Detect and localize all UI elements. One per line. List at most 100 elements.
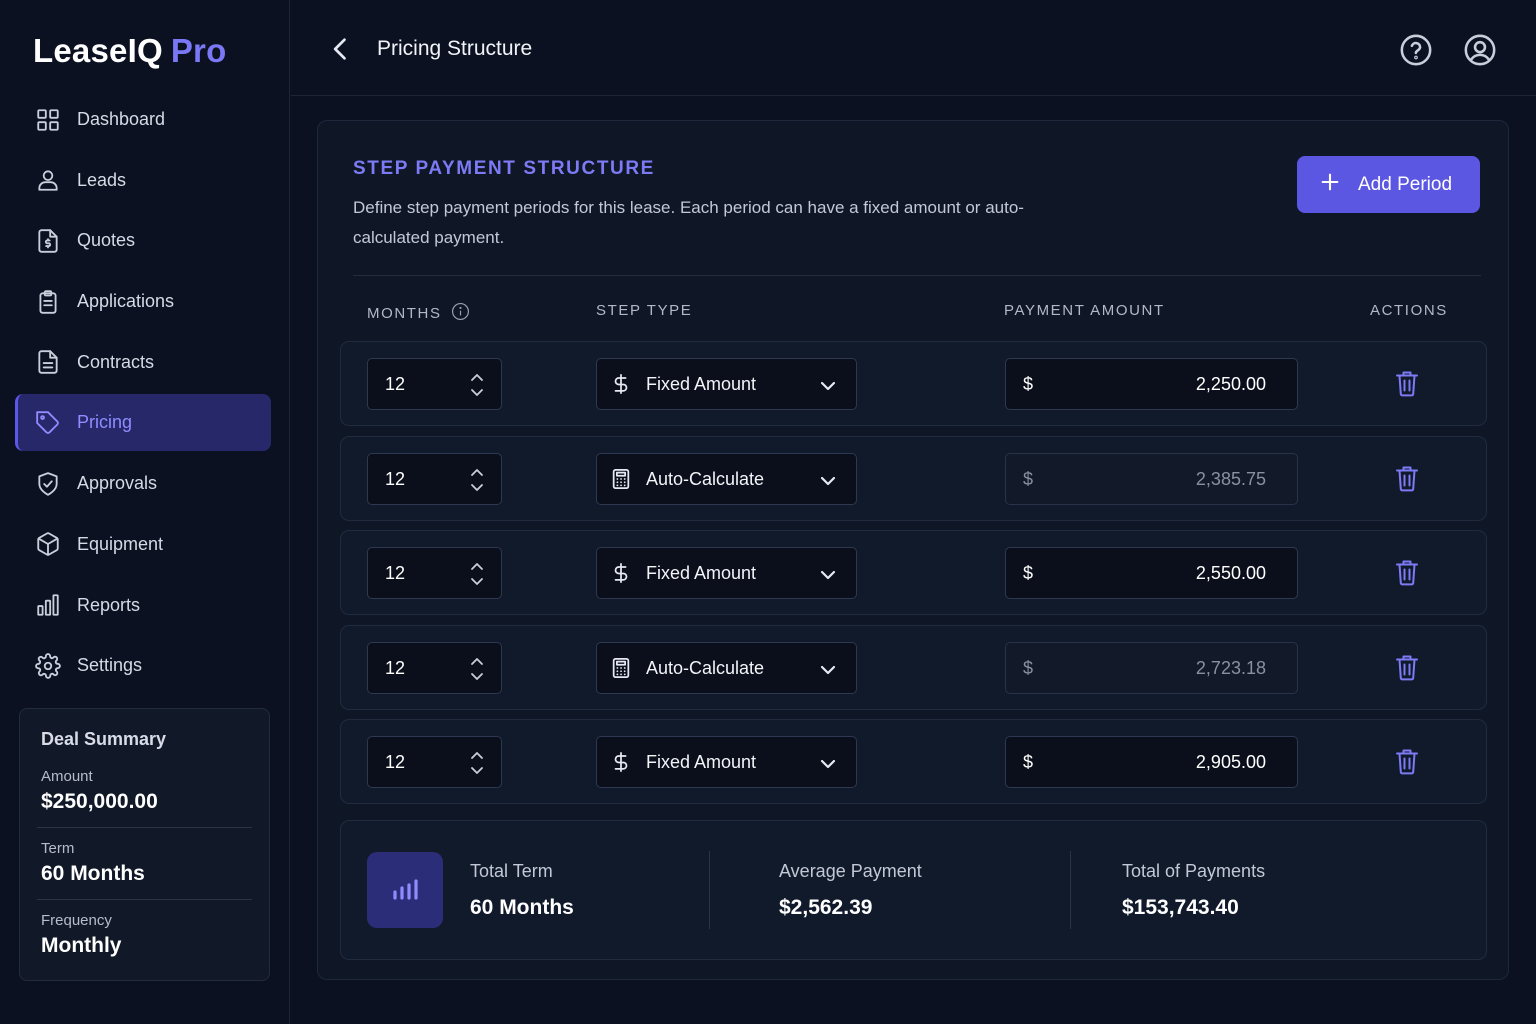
sidebar-item-equipment[interactable]: Equipment — [15, 516, 271, 573]
trash-icon — [1395, 655, 1419, 685]
period-row: 12 Auto-Calculate $ 2,723.18 — [340, 625, 1487, 710]
deal-amount-label: Amount — [41, 768, 93, 785]
sidebar-item-quotes[interactable]: Quotes — [15, 212, 271, 269]
user-circle-icon — [1463, 34, 1497, 71]
currency-symbol: $ — [1023, 658, 1034, 678]
period-row: 12 Auto-Calculate $ 2,385.75 — [340, 436, 1487, 521]
info-icon[interactable] — [442, 302, 470, 325]
sidebar-item-label: Dashboard — [77, 109, 166, 129]
divider — [709, 851, 710, 929]
step-type-value: Fixed Amount — [646, 562, 757, 583]
deal-frequency-value: Monthly — [41, 934, 122, 957]
column-header-actions: ACTIONS — [1370, 302, 1448, 319]
section-title: STEP PAYMENT STRUCTURE — [353, 158, 655, 179]
delete-period-button[interactable] — [1395, 559, 1419, 586]
trash-icon — [1395, 466, 1419, 496]
column-header-label: MONTHS — [367, 305, 442, 322]
sidebar-item-label: Reports — [77, 594, 141, 615]
payment-amount-input[interactable]: $ 2,905.00 — [1005, 736, 1298, 788]
contract-document-icon — [34, 348, 62, 376]
months-stepper[interactable]: 12 — [367, 547, 502, 599]
payment-amount-value: 2,723.18 — [1195, 658, 1266, 678]
trash-icon — [1395, 371, 1419, 401]
months-stepper[interactable]: 12 — [367, 358, 502, 410]
help-circle-icon — [1399, 34, 1433, 71]
brand-name: LeaseIQ — [33, 32, 163, 69]
payment-amount-input[interactable]: $ 2,550.00 — [1005, 547, 1298, 599]
page-title: Pricing Structure — [377, 37, 533, 60]
box-icon — [34, 530, 62, 558]
chevron-left-icon — [327, 38, 355, 68]
total-term-label: Total Term — [470, 861, 553, 881]
sidebar-item-pricing[interactable]: Pricing — [15, 394, 271, 452]
step-type-select[interactable]: Fixed Amount — [596, 547, 857, 599]
step-payment-panel: STEP PAYMENT STRUCTURE Define step payme… — [317, 120, 1509, 980]
divider — [37, 899, 252, 900]
sidebar-item-dashboard[interactable]: Dashboard — [15, 91, 271, 148]
column-header-label: PAYMENT AMOUNT — [1004, 302, 1165, 319]
column-header-step-type: STEP TYPE — [596, 302, 692, 319]
sidebar-item-approvals[interactable]: Approvals — [15, 455, 271, 512]
brand-suffix: Pro — [170, 32, 227, 69]
chevron-down-icon — [820, 377, 836, 391]
total-payments-value: $153,743.40 — [1122, 896, 1239, 919]
step-type-select[interactable]: Fixed Amount — [596, 358, 857, 410]
step-type-select[interactable]: Auto-Calculate — [596, 642, 857, 694]
step-type-select[interactable]: Auto-Calculate — [596, 453, 857, 505]
add-period-label: Add Period — [1358, 173, 1453, 195]
section-description: Define step payment periods for this lea… — [353, 198, 1024, 247]
average-payment-value: $2,562.39 — [779, 896, 873, 919]
sidebar-item-contracts[interactable]: Contracts — [15, 334, 271, 391]
deal-amount-value: $250,000.00 — [41, 790, 158, 813]
divider — [37, 827, 252, 828]
user-icon — [34, 166, 62, 194]
delete-period-button[interactable] — [1395, 748, 1419, 775]
delete-period-button[interactable] — [1395, 465, 1419, 492]
months-value: 12 — [385, 657, 406, 678]
chevron-up-down-icon[interactable] — [469, 655, 485, 683]
months-stepper[interactable]: 12 — [367, 453, 502, 505]
chevron-up-down-icon[interactable] — [469, 749, 485, 777]
quote-document-icon — [34, 227, 62, 255]
chevron-up-down-icon[interactable] — [469, 466, 485, 494]
sidebar-item-reports[interactable]: Reports — [15, 577, 271, 634]
sidebar-item-label: Applications — [77, 291, 175, 312]
add-period-button[interactable]: Add Period — [1297, 156, 1480, 213]
sidebar-item-leads[interactable]: Leads — [15, 152, 271, 209]
delete-period-button[interactable] — [1395, 654, 1419, 681]
months-stepper[interactable]: 12 — [367, 642, 502, 694]
chevron-down-icon — [820, 472, 836, 486]
total-term-block: Total Term 60 Months — [470, 861, 574, 920]
total-payments-block: Total of Payments $153,743.40 — [1122, 861, 1265, 920]
sidebar-item-settings[interactable]: Settings — [15, 637, 271, 694]
sidebar-item-label: Leads — [77, 169, 127, 190]
app-logo[interactable]: LeaseIQ Pro — [33, 32, 226, 70]
dollar-icon — [610, 372, 632, 396]
back-button[interactable] — [327, 34, 355, 66]
months-value: 12 — [385, 751, 406, 772]
step-type-select[interactable]: Fixed Amount — [596, 736, 857, 788]
dollar-icon — [610, 561, 632, 585]
chevron-up-down-icon[interactable] — [469, 560, 485, 588]
column-header-months: MONTHS — [367, 302, 470, 325]
chevron-up-down-icon[interactable] — [469, 371, 485, 399]
sidebar-item-label: Pricing — [77, 412, 133, 433]
trash-icon — [1395, 749, 1419, 779]
profile-button[interactable] — [1463, 33, 1497, 67]
delete-period-button[interactable] — [1395, 370, 1419, 397]
payment-summary: Total Term 60 Months Average Payment $2,… — [340, 820, 1487, 960]
chevron-down-icon — [820, 566, 836, 580]
help-button[interactable] — [1399, 33, 1433, 67]
sidebar-item-label: Equipment — [77, 533, 164, 554]
step-type-value: Auto-Calculate — [646, 657, 765, 678]
sidebar-item-label: Settings — [77, 655, 143, 676]
deal-term-label: Term — [41, 840, 75, 857]
payment-amount-input[interactable]: $ 2,250.00 — [1005, 358, 1298, 410]
calculator-icon — [610, 656, 632, 680]
divider — [353, 275, 1481, 276]
months-stepper[interactable]: 12 — [367, 736, 502, 788]
sidebar: LeaseIQ Pro Dashboard Leads Quotes Applic… — [0, 0, 290, 1024]
sidebar-item-applications[interactable]: Applications — [15, 273, 271, 330]
average-payment-block: Average Payment $2,562.39 — [779, 861, 922, 920]
months-value: 12 — [385, 468, 406, 489]
